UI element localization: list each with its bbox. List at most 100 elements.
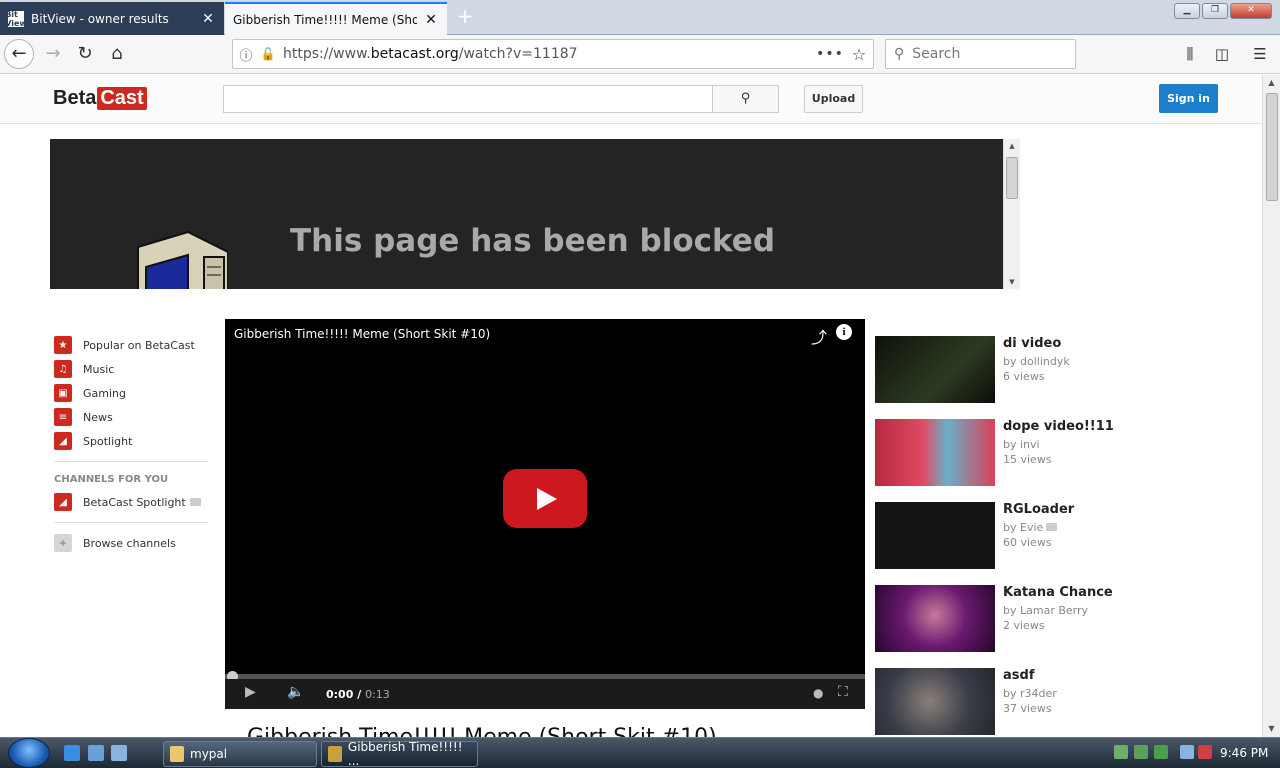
guide-item-gaming[interactable]: ▣ Gaming xyxy=(54,381,208,405)
play-button[interactable] xyxy=(503,469,587,528)
close-window-button[interactable]: ✕ xyxy=(1230,3,1272,19)
url-bar[interactable]: ⓘ 🔓 https://www.betacast.org/watch?v=111… xyxy=(232,39,874,69)
related-title[interactable]: asdf xyxy=(1003,668,1034,683)
taskbar-item-browser[interactable]: Gibberish Time!!!!! ... xyxy=(321,740,478,768)
play-icon[interactable]: ▶ xyxy=(245,684,256,700)
related-video[interactable]: Katana Chance by Lamar Berry 2 views xyxy=(875,585,1235,668)
sidebar-toggle-icon[interactable]: ◫ xyxy=(1207,39,1237,69)
time-display: 0:00 / 0:13 xyxy=(326,688,390,701)
tab-close-icon[interactable]: ✕ xyxy=(423,12,439,28)
fullscreen-icon[interactable]: ⛶ xyxy=(838,684,848,700)
network-icon[interactable] xyxy=(1114,745,1128,759)
divider xyxy=(54,461,208,462)
forward-button[interactable]: → xyxy=(38,39,68,69)
blocked-message: This page has been blocked xyxy=(290,223,776,259)
site-info-icon[interactable]: ⓘ xyxy=(233,45,259,64)
show-desktop-icon[interactable] xyxy=(88,745,104,761)
guide-item-popular[interactable]: ★ Popular on BetaCast xyxy=(54,333,208,357)
frame-scrollbar[interactable]: ▲ ▼ xyxy=(1003,139,1020,289)
back-button[interactable]: ← xyxy=(4,39,34,69)
settings-icon[interactable]: ● xyxy=(813,686,823,700)
related-video[interactable]: RGLoader by Evie 60 views xyxy=(875,502,1235,585)
search-icon: ⚲ xyxy=(894,46,905,62)
browse-channels-link[interactable]: + Browse channels xyxy=(54,531,208,555)
video-thumbnail[interactable] xyxy=(875,668,995,735)
switch-windows-icon[interactable] xyxy=(111,745,127,761)
library-icon[interactable]: ⫼ xyxy=(1175,39,1205,69)
tab-gibberish[interactable]: Gibberish Time!!!!! Meme (Short Skit ✕ xyxy=(225,2,447,35)
player-title[interactable]: Gibberish Time!!!!! Meme (Short Skit #10… xyxy=(234,327,490,341)
browser-search-input[interactable]: ⚲ Search xyxy=(885,39,1076,69)
bookmark-star-icon[interactable]: ☆ xyxy=(845,45,873,64)
related-author[interactable]: by Lamar Berry xyxy=(1003,604,1088,617)
star-icon: ★ xyxy=(54,336,72,354)
share-icon[interactable]: ⤴ xyxy=(811,324,827,348)
related-author[interactable]: by r34der xyxy=(1003,687,1057,700)
connection-icon[interactable] xyxy=(1180,745,1194,759)
taskbar-item-mypal[interactable]: mypal xyxy=(163,741,317,767)
video-thumbnail[interactable] xyxy=(875,419,995,486)
tab-bitview[interactable]: Bit View BitView - owner results ✕ xyxy=(0,2,224,35)
page-scrollbar[interactable]: ▲ ▼ xyxy=(1262,75,1280,737)
channel-label: BetaCast Spotlight xyxy=(83,495,186,509)
video-thumbnail[interactable] xyxy=(875,585,995,652)
guide-item-label: Music xyxy=(83,362,115,376)
menu-icon[interactable]: ☰ xyxy=(1245,39,1275,69)
window-controls: ▁ ❐ ✕ xyxy=(1174,3,1272,19)
reload-button[interactable]: ↻ xyxy=(70,39,100,69)
url-text[interactable]: https://www.betacast.org/watch?v=11187 xyxy=(277,46,815,62)
tab-close-icon[interactable]: ✕ xyxy=(200,11,216,27)
duration: 0:13 xyxy=(365,688,390,701)
restore-button[interactable]: ❐ xyxy=(1202,3,1228,19)
related-video[interactable]: di video by dollindyk 6 views xyxy=(875,336,1235,419)
related-video[interactable]: asdf by r34der 37 views xyxy=(875,668,1235,737)
sign-in-button[interactable]: Sign in xyxy=(1159,84,1218,113)
related-title[interactable]: Katana Chance xyxy=(1003,585,1113,600)
page-actions-icon[interactable]: ••• xyxy=(815,46,845,62)
newspaper-icon: ≡ xyxy=(54,408,72,426)
scroll-up-arrow-icon[interactable]: ▲ xyxy=(1004,139,1020,153)
update-icon[interactable] xyxy=(1154,745,1168,759)
home-button[interactable]: ⌂ xyxy=(102,39,132,69)
player-controls: ▶ 🔈 0:00 / 0:13 ● ⛶ xyxy=(225,679,865,709)
volume-icon[interactable]: 🔈 xyxy=(287,684,304,700)
related-author[interactable]: by dollindyk xyxy=(1003,355,1070,368)
related-video[interactable]: dope video!!11 by invi 15 views xyxy=(875,419,1235,502)
verified-badge-icon xyxy=(1046,523,1058,531)
scroll-down-arrow-icon[interactable]: ▼ xyxy=(1263,721,1280,737)
insecure-lock-icon[interactable]: 🔓 xyxy=(259,47,277,61)
info-icon[interactable]: i xyxy=(836,324,852,340)
video-thumbnail[interactable] xyxy=(875,336,995,403)
related-author[interactable]: by Evie xyxy=(1003,521,1058,534)
video-thumbnail[interactable] xyxy=(875,502,995,569)
new-tab-button[interactable]: + xyxy=(452,4,478,30)
guide-item-music[interactable]: ♫ Music xyxy=(54,357,208,381)
guide-item-channel[interactable]: ◢ BetaCast Spotlight xyxy=(54,490,208,514)
navigation-toolbar: ← → ↻ ⌂ ⓘ 🔓 https://www.betacast.org/wat… xyxy=(0,35,1280,74)
related-title[interactable]: RGLoader xyxy=(1003,502,1074,517)
related-author[interactable]: by invi xyxy=(1003,438,1040,451)
ie-icon[interactable] xyxy=(64,745,80,761)
site-search-button[interactable]: ⚲ xyxy=(713,85,779,113)
video-player[interactable]: Gibberish Time!!!!! Meme (Short Skit #10… xyxy=(225,319,865,709)
volume-muted-icon[interactable] xyxy=(1198,745,1212,759)
frame-scroll-thumb[interactable] xyxy=(1006,157,1018,199)
page-scroll-thumb[interactable] xyxy=(1266,93,1278,201)
betacast-logo[interactable]: Beta Cast xyxy=(53,85,147,111)
scroll-up-arrow-icon[interactable]: ▲ xyxy=(1263,75,1280,91)
site-search-input[interactable] xyxy=(223,85,713,113)
related-title[interactable]: di video xyxy=(1003,336,1061,351)
guide-item-news[interactable]: ≡ News xyxy=(54,405,208,429)
blocked-ad-frame: This page has been blocked xyxy=(50,139,1003,289)
related-videos: di video by dollindyk 6 views dope video… xyxy=(875,336,1235,737)
security-icon[interactable] xyxy=(1134,745,1148,759)
upload-button[interactable]: Upload xyxy=(804,85,863,113)
tab-title: Gibberish Time!!!!! Meme (Short Skit xyxy=(233,12,417,27)
start-button[interactable] xyxy=(8,738,50,768)
guide-item-spotlight[interactable]: ◢ Spotlight xyxy=(54,429,208,453)
plus-icon: + xyxy=(54,534,72,552)
minimize-button[interactable]: ▁ xyxy=(1174,3,1200,19)
scroll-down-arrow-icon[interactable]: ▼ xyxy=(1004,275,1020,289)
related-title[interactable]: dope video!!11 xyxy=(1003,419,1114,434)
clock[interactable]: 9:46 PM xyxy=(1220,746,1268,760)
